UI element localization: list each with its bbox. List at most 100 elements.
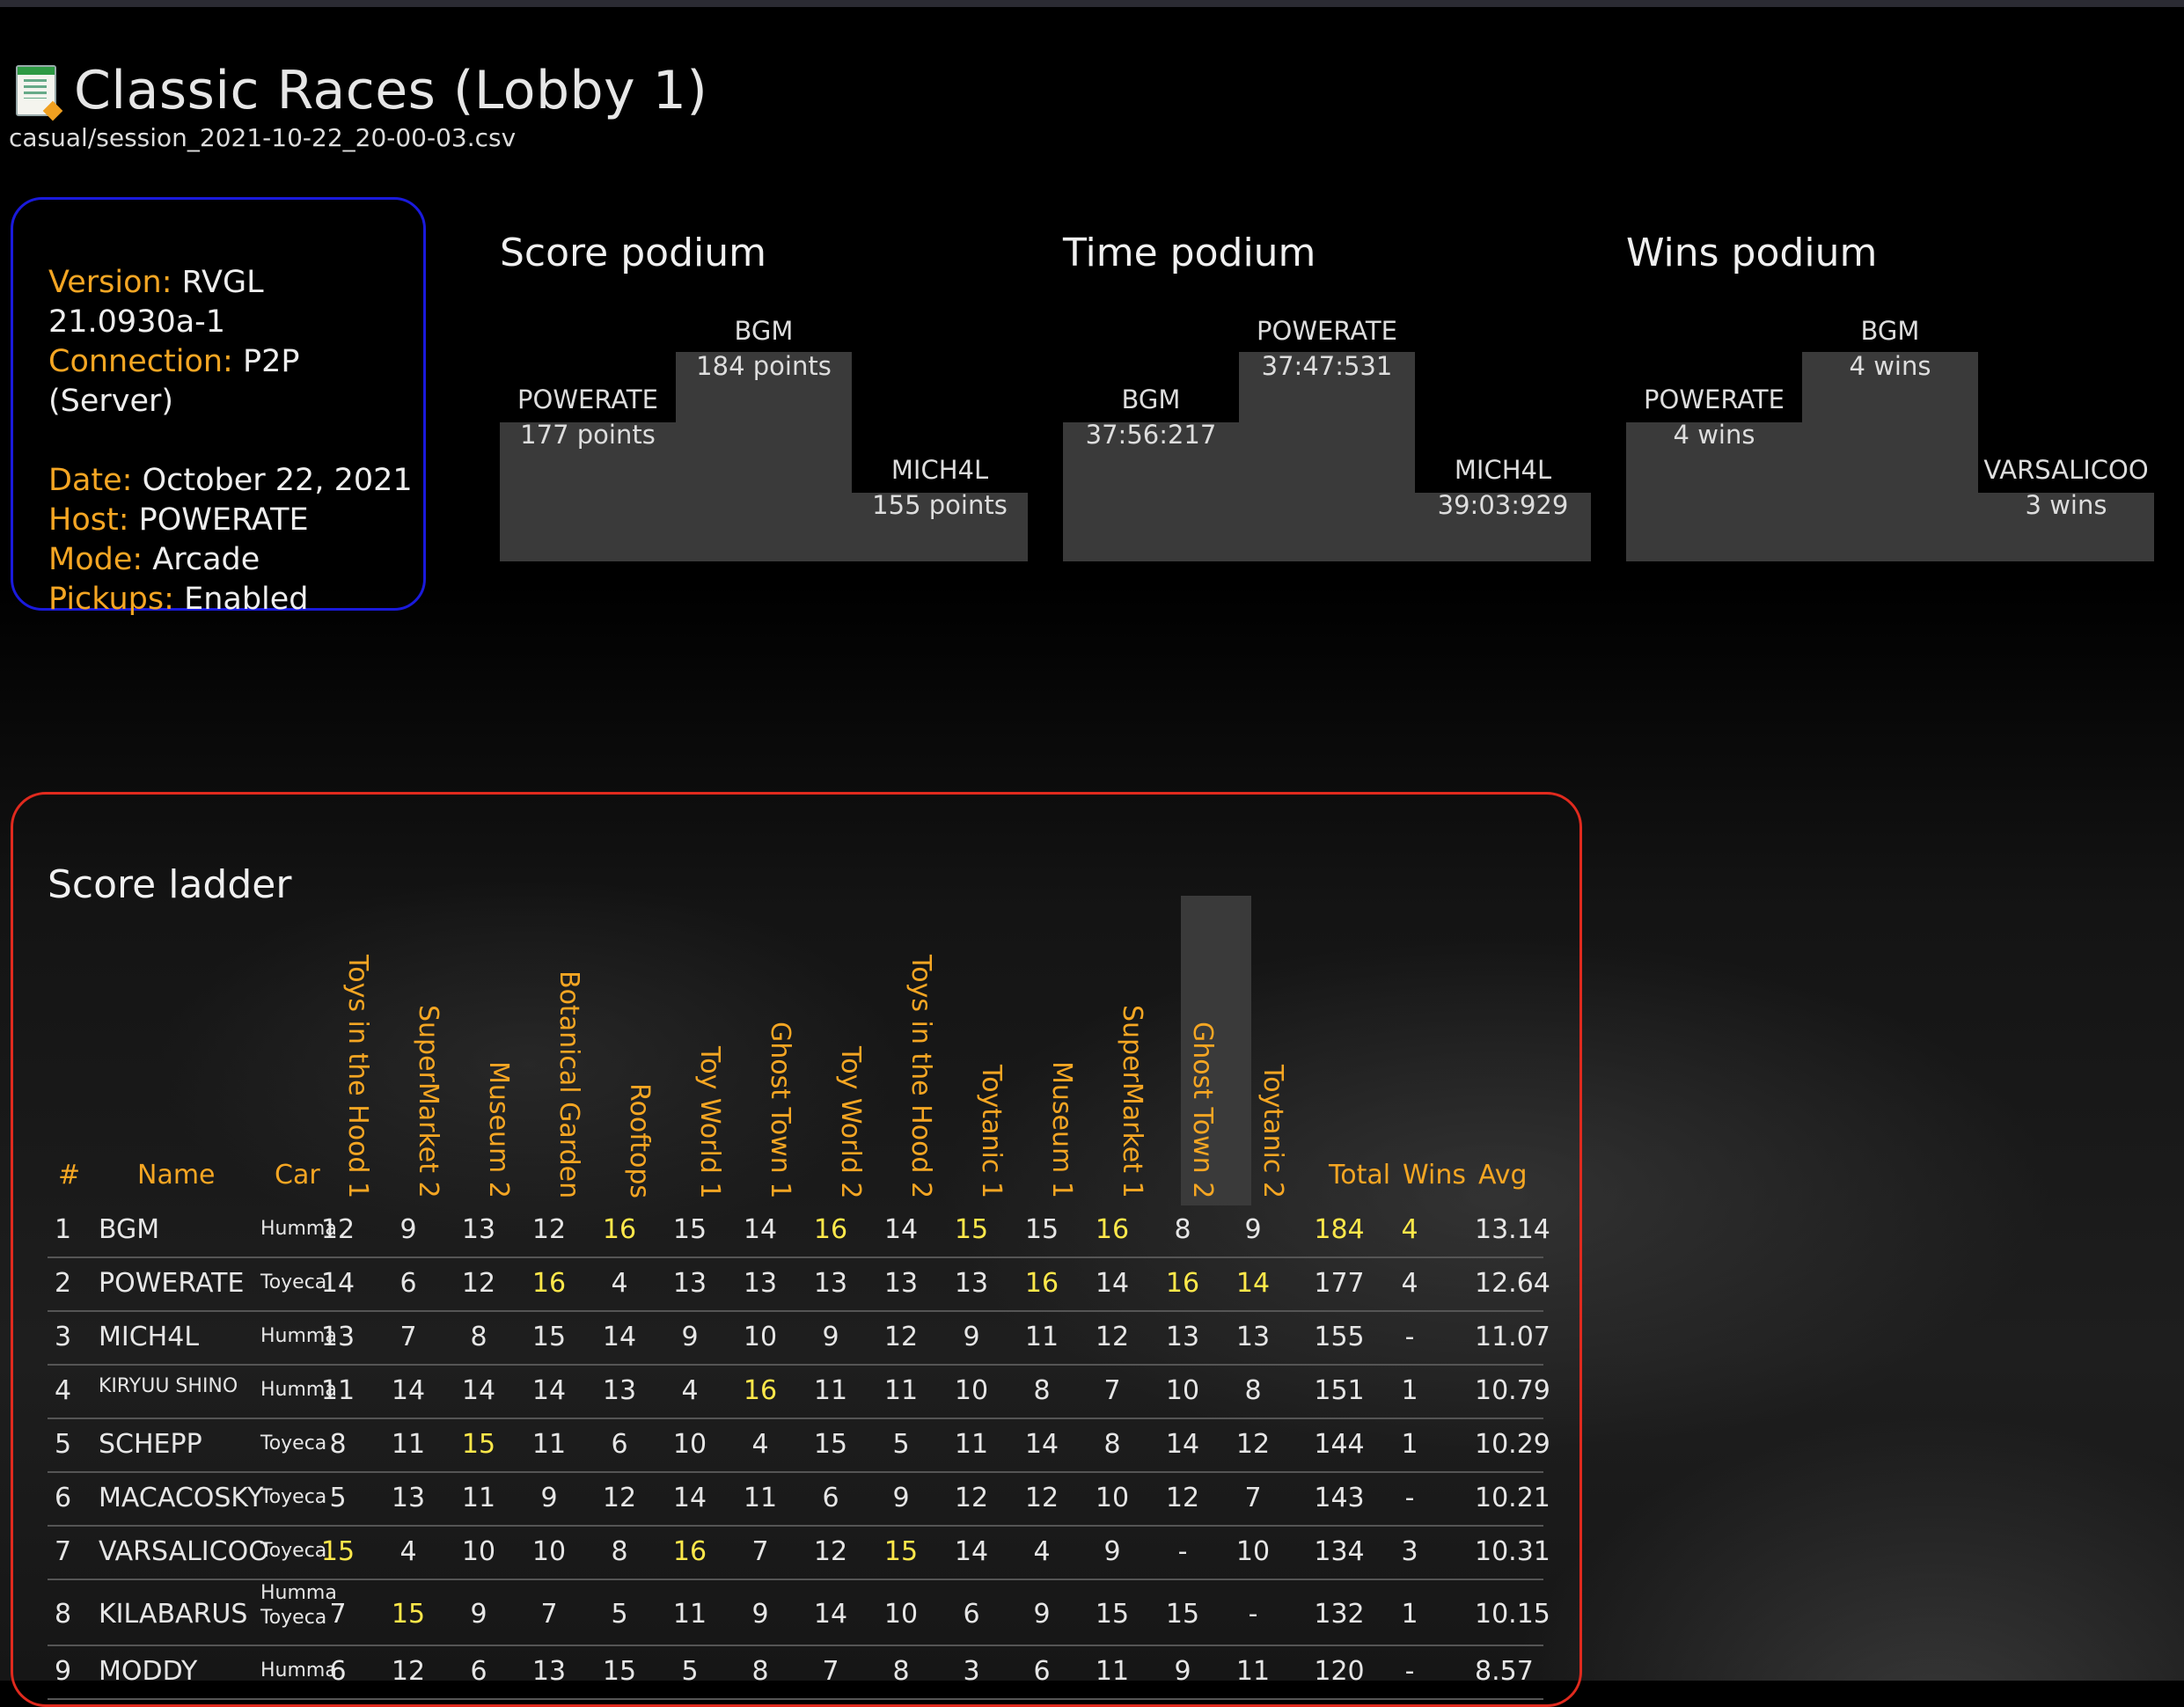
score-cell: 12	[883, 1322, 919, 1352]
score-cell: 16	[1095, 1214, 1130, 1245]
score-cell: 10	[461, 1536, 496, 1567]
score-cell: 13	[954, 1268, 989, 1299]
score-podium-title: Score podium	[500, 231, 766, 275]
score-cell: 12	[1235, 1429, 1271, 1460]
score-cell: 15	[954, 1214, 989, 1245]
avg-cell: 13.14	[1475, 1214, 1550, 1245]
avg-cell: 10.79	[1475, 1375, 1550, 1406]
wins-cell: -	[1404, 1322, 1415, 1352]
track-header[interactable]: SuperMarket 2	[412, 1005, 443, 1198]
score-cell: 8	[1174, 1214, 1191, 1245]
track-header[interactable]: Toytanic 1	[975, 1065, 1007, 1198]
score-cell: 9	[681, 1322, 699, 1352]
score-cell: 11	[1095, 1656, 1130, 1687]
avg-cell: 8.57	[1475, 1656, 1534, 1687]
score-cell: 8	[329, 1429, 347, 1460]
table-row[interactable]: 7 VARSALICOO Toyeca 15 4 10 10 8 16 7 12 15 14 4 9-10 1…	[48, 1526, 1550, 1580]
track-header[interactable]: SuperMarket 1	[1116, 1005, 1147, 1198]
file-path[interactable]: casual/session_2021-10-22_20-00-03.csv	[9, 123, 516, 152]
score-cell: 15	[602, 1656, 637, 1687]
table-row[interactable]: 3 MICH4L Humma 13 7 8 15 14 9 10 9 12 9 11 12 13 13 155-1…	[48, 1311, 1550, 1366]
podium-third-label: MICH4L 155 points	[872, 455, 1008, 520]
total-header[interactable]: Total	[1329, 1160, 1390, 1191]
avg-cell: 12.64	[1475, 1268, 1550, 1299]
rank-cell: 5	[55, 1429, 72, 1460]
wins-cell: 1	[1401, 1599, 1418, 1630]
score-cell: 10	[1235, 1536, 1271, 1567]
table-row[interactable]: 6 MACACOSKY Toyeca 5 13 11 9 12 14 11 6 9 12 12 10 12 7 1…	[48, 1472, 1550, 1527]
score-cell: 4	[681, 1375, 699, 1406]
podium-second-label: POWERATE 4 wins	[1644, 385, 1785, 450]
table-row[interactable]: 9 MODDY Humma 6 12 6 13 15 5 8 7 8 3 6 11 9 11 120-8.57	[48, 1645, 1543, 1700]
score-cell: 11	[743, 1483, 778, 1513]
wins-header[interactable]: Wins	[1403, 1160, 1466, 1191]
score-cell: 13	[743, 1268, 778, 1299]
wins-cell: 4	[1401, 1268, 1418, 1299]
rank-cell: 6	[55, 1483, 72, 1513]
score-cell: 16	[1165, 1268, 1200, 1299]
rank-header[interactable]: #	[58, 1160, 80, 1191]
avg-header[interactable]: Avg	[1478, 1160, 1528, 1191]
score-cell: 10	[1095, 1483, 1130, 1513]
score-cell: 14	[1235, 1268, 1271, 1299]
wins-podium-title: Wins podium	[1626, 231, 1878, 275]
total-cell: 184	[1314, 1214, 1365, 1245]
table-row[interactable]: 4 KIRYUU SHINO Humma 11 14 14 14 13 4 16 11 11 10 8 7 1…	[48, 1365, 1550, 1419]
wins-cell: 3	[1401, 1536, 1418, 1567]
score-cell: 7	[822, 1656, 839, 1687]
track-header[interactable]: Toytanic 2	[1257, 1065, 1288, 1198]
track-header[interactable]: Toys in the Hood 2	[905, 955, 936, 1198]
score-cell: 13	[531, 1656, 567, 1687]
score-cell: 16	[813, 1214, 848, 1245]
score-cell: 12	[461, 1268, 496, 1299]
podium-third-label: MICH4L 39:03:929	[1437, 455, 1569, 520]
score-cell: 13	[320, 1322, 355, 1352]
score-cell: 10	[531, 1536, 567, 1567]
score-cell: 16	[602, 1214, 637, 1245]
score-podium: POWERATE 177 points BGM 184 points MICH4L 1…	[500, 316, 1028, 561]
score-cell: 11	[531, 1429, 567, 1460]
track-header[interactable]: Museum 1	[1045, 1061, 1077, 1198]
score-cell: 15	[531, 1322, 567, 1352]
score-cell: 10	[954, 1375, 989, 1406]
car-header[interactable]: Car	[275, 1160, 320, 1191]
connection-row: Connection: P2P (Server)	[48, 344, 300, 419]
score-cell: 6	[1033, 1656, 1051, 1687]
time-podium-title: Time podium	[1063, 231, 1316, 275]
score-cell: 14	[602, 1322, 637, 1352]
track-header[interactable]: Botanical Garden	[553, 971, 584, 1198]
track-header[interactable]: Ghost Town 1	[764, 1022, 795, 1198]
score-cell: 13	[1165, 1322, 1200, 1352]
score-cell: 11	[954, 1429, 989, 1460]
score-cell: -	[1248, 1599, 1258, 1630]
table-row[interactable]: 2 POWERATE Toyeca 14 6 12 16 4 13 13 13 13 13 16 14 16 1…	[48, 1257, 1550, 1312]
name-cell: POWERATE	[99, 1268, 245, 1299]
track-header[interactable]: Toys in the Hood 1	[341, 955, 373, 1198]
track-header[interactable]: Toy World 2	[834, 1046, 866, 1198]
table-row[interactable]: 8 KILABARUS Humma Toyeca 7 15 9 7 5 11 9 14 10 6 9 15 15…	[48, 1579, 1550, 1646]
rank-cell: 9	[55, 1656, 72, 1687]
track-header[interactable]: Rooftops	[623, 1083, 655, 1198]
score-cell: 11	[813, 1375, 848, 1406]
name-header[interactable]: Name	[137, 1160, 216, 1191]
track-header[interactable]: Ghost Town 2	[1186, 1022, 1218, 1198]
score-cell: 13	[813, 1268, 848, 1299]
score-cell: 9	[540, 1483, 558, 1513]
score-cell: 16	[1024, 1268, 1059, 1299]
score-cell: 13	[602, 1375, 637, 1406]
track-header[interactable]: Museum 2	[482, 1061, 514, 1198]
table-row[interactable]: 1 BGM Humma 12 9 13 12 16 15 14 16 14 15 15 16 8 9 184 4 13…	[48, 1204, 1550, 1258]
score-cell: 10	[672, 1429, 707, 1460]
score-cell: 13	[883, 1268, 919, 1299]
score-cell: 12	[531, 1214, 567, 1245]
score-cell: 5	[611, 1599, 628, 1630]
score-cell: 14	[461, 1375, 496, 1406]
total-cell: 155	[1314, 1322, 1365, 1352]
name-cell: KILABARUS	[99, 1599, 248, 1630]
score-cell: 10	[743, 1322, 778, 1352]
track-header[interactable]: Toy World 1	[693, 1046, 725, 1198]
score-cell: 15	[320, 1536, 355, 1567]
score-cell: 12	[602, 1483, 637, 1513]
score-cell: 14	[1024, 1429, 1059, 1460]
table-row[interactable]: 5 SCHEPP Toyeca 8 11 15 11 6 10 4 15 5 11 14 8 14 12 144 1…	[48, 1418, 1550, 1473]
